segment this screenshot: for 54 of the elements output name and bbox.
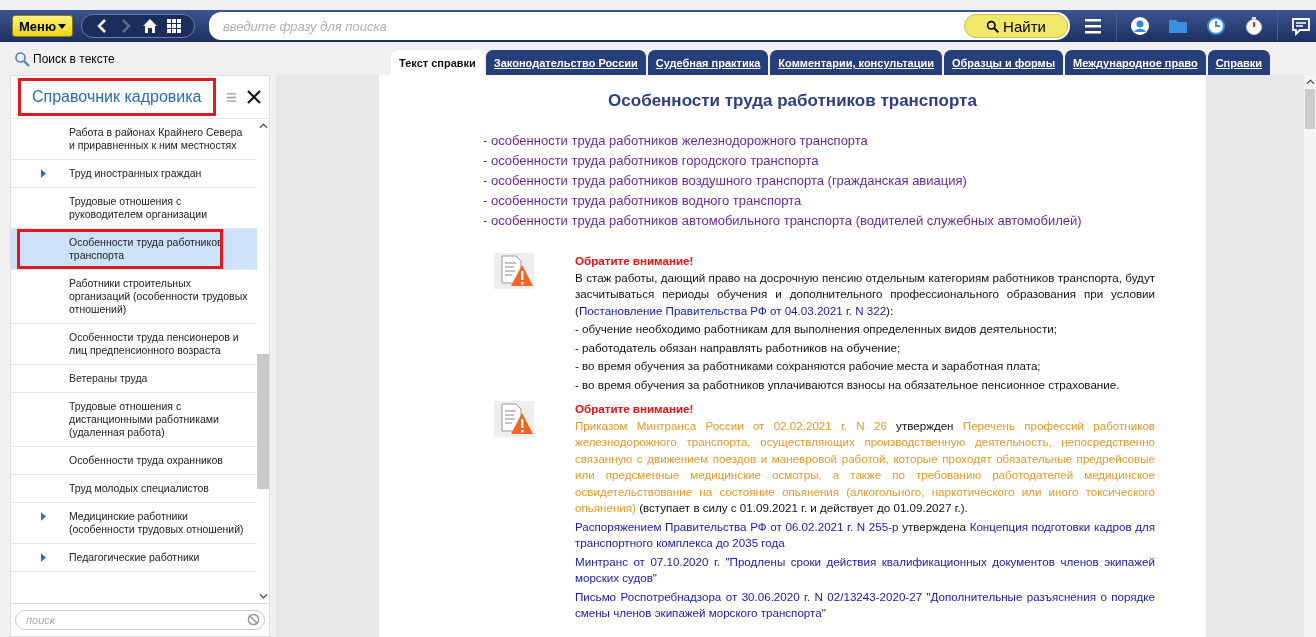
stopwatch-icon[interactable] xyxy=(1244,16,1264,36)
home-icon[interactable] xyxy=(142,18,158,34)
scroll-up-icon[interactable] xyxy=(258,123,268,129)
document-link[interactable]: - особенности труда работников автомобильного транспорта (водителей служебных автомобилей) xyxy=(483,211,1206,231)
expand-arrow-icon[interactable] xyxy=(40,169,46,178)
text-search-button[interactable]: Поиск в тексте xyxy=(0,50,391,67)
paragraph: - обучение необходимо работникам для выполнения определенных видов деятельности; xyxy=(575,321,1058,337)
close-icon[interactable] xyxy=(247,90,261,104)
search-icon xyxy=(14,50,30,67)
find-button[interactable]: Найти xyxy=(964,14,1068,38)
expand-arrow-icon[interactable] xyxy=(40,553,46,562)
paragraph: Минтранс от 07.10.2020 г. "Продлены сроки действия квалификационных документов членов экипажей морских судов" xyxy=(575,553,1155,586)
tab[interactable]: Справки xyxy=(1207,50,1271,75)
document-link[interactable]: - особенности труда работников воздушного транспорта (гражданская авиация) xyxy=(483,171,1206,191)
clock-icon[interactable] xyxy=(1206,16,1226,36)
paragraph: Распоряжением Правительства РФ от 06.02.2021 г. N 255-р утверждена Концепция подготовки кадров для транспортного комплекса до 2035 года xyxy=(575,518,1155,551)
sidebar-search-field[interactable]: поиск xyxy=(15,610,265,630)
clear-icon[interactable] xyxy=(247,613,260,626)
scrollbar-thumb[interactable] xyxy=(1305,89,1315,129)
paragraph: - работодатель обязан направлять работников на обучение; xyxy=(575,339,902,356)
tab[interactable]: Текст справки xyxy=(391,50,484,75)
paragraph: Приказом Минтранса России от 02.02.2021 г. N 26 утвержден Перечень профессий работников железнодорожного транспорта, осуществляющих производственную деятельность, непосредственно связанную с движением поездов и маневровой работой, которые проходят обязательные предрейсовые или предсменные медицинские осмотры, а также по требованию работодателей медицинское освидетельствование на состояние опьянения (алкогольного, наркотического или иного токсического опьянения) (вступает в силу с 01.09.2021 г. и действует до 01.09.2027 г.). xyxy=(575,417,1155,516)
menu-icon[interactable] xyxy=(1083,16,1103,36)
tab[interactable]: Образцы и формы xyxy=(943,50,1064,75)
tab[interactable]: Международное право xyxy=(1065,50,1206,75)
notice-title: Обратите внимание! xyxy=(575,401,695,417)
expand-arrow-icon[interactable] xyxy=(40,512,46,521)
document-title: Особенности труда работников транспорта xyxy=(607,91,978,111)
tree-item[interactable]: Педагогические работники xyxy=(11,544,257,572)
notice-title: Обратите внимание! xyxy=(575,253,695,269)
tab[interactable]: Законодательство России xyxy=(485,50,646,75)
search-icon xyxy=(986,19,1000,33)
scroll-up-icon[interactable] xyxy=(1305,79,1315,85)
caret-icon xyxy=(58,23,66,29)
paragraph: Письмо Роспотребнадзора от 30.06.2020 г. N 02/13243-2020-27 "Дополнительные разъяснения о порядке смены членов экипажей морского транспорта" xyxy=(575,588,1155,621)
paragraph: В стаж работы, дающий право на досрочную пенсию отдельным категориям работников транспорта, будут засчитываться периоды обучения и дополнительного профессионального образования при условии (Постановление Правительства РФ от 04.03.2021 г. N 322): xyxy=(575,269,1155,319)
scrollbar[interactable] xyxy=(1304,75,1316,637)
tree-item[interactable]: Особенности труда работников транспорта xyxy=(11,229,257,270)
tab[interactable]: Судебная практика xyxy=(647,50,769,75)
document-link[interactable]: - особенности труда работников водного транспорта xyxy=(483,191,1206,211)
paragraph: - во время обучения за работниками сохраняются рабочие места и заработная плата; xyxy=(575,358,1042,374)
grid-icon[interactable] xyxy=(166,18,182,34)
sidebar-title: Справочник кадровика xyxy=(18,78,216,116)
user-icon[interactable] xyxy=(1130,16,1150,36)
scrollbar-thumb[interactable] xyxy=(257,353,269,489)
document-link[interactable]: - особенности труда работников городского транспорта xyxy=(483,151,1206,171)
document-link[interactable]: - особенности труда работников железнодорожного транспорта xyxy=(483,131,1206,151)
comment-icon[interactable] xyxy=(1291,16,1311,36)
menu-button[interactable]: Меню xyxy=(12,15,73,37)
scroll-down-icon[interactable] xyxy=(258,593,268,599)
tree-item[interactable]: Труд иностранных граждан xyxy=(11,160,257,188)
paragraph: - во время обучения за работников уплачиваются взносы на обязательное пенсионное страхование. xyxy=(575,376,1121,393)
list-icon[interactable] xyxy=(226,91,237,103)
tab[interactable]: Комментарии, консультации xyxy=(770,50,942,75)
